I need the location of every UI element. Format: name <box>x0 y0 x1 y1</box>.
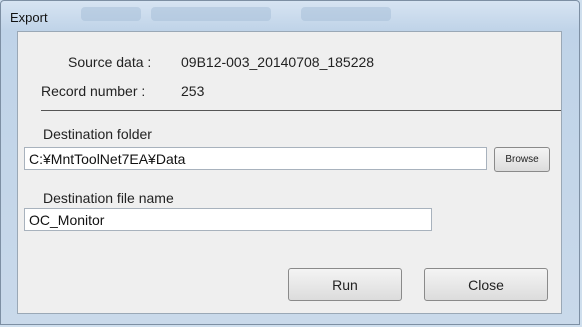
separator <box>41 110 561 111</box>
background-blur <box>301 7 391 21</box>
browse-button[interactable]: Browse <box>494 147 550 172</box>
destination-folder-input[interactable] <box>24 147 487 170</box>
export-dialog: Export Source data : 09B12-003_20140708_… <box>0 0 580 325</box>
run-button[interactable]: Run <box>288 268 402 301</box>
source-data-label: Source data : <box>68 54 152 70</box>
background-blur <box>151 7 271 21</box>
destination-file-input[interactable] <box>24 208 432 231</box>
destination-file-label: Destination file name <box>43 190 174 206</box>
close-button[interactable]: Close <box>424 268 548 301</box>
record-number-value: 253 <box>181 83 205 99</box>
record-number-label: Record number : <box>41 83 146 99</box>
destination-folder-label: Destination folder <box>43 126 152 142</box>
background-blur <box>81 7 141 21</box>
source-data-value: 09B12-003_20140708_185228 <box>181 54 375 70</box>
dialog-title: Export <box>10 10 48 25</box>
dialog-body: Source data : 09B12-003_20140708_185228 … <box>17 31 562 314</box>
